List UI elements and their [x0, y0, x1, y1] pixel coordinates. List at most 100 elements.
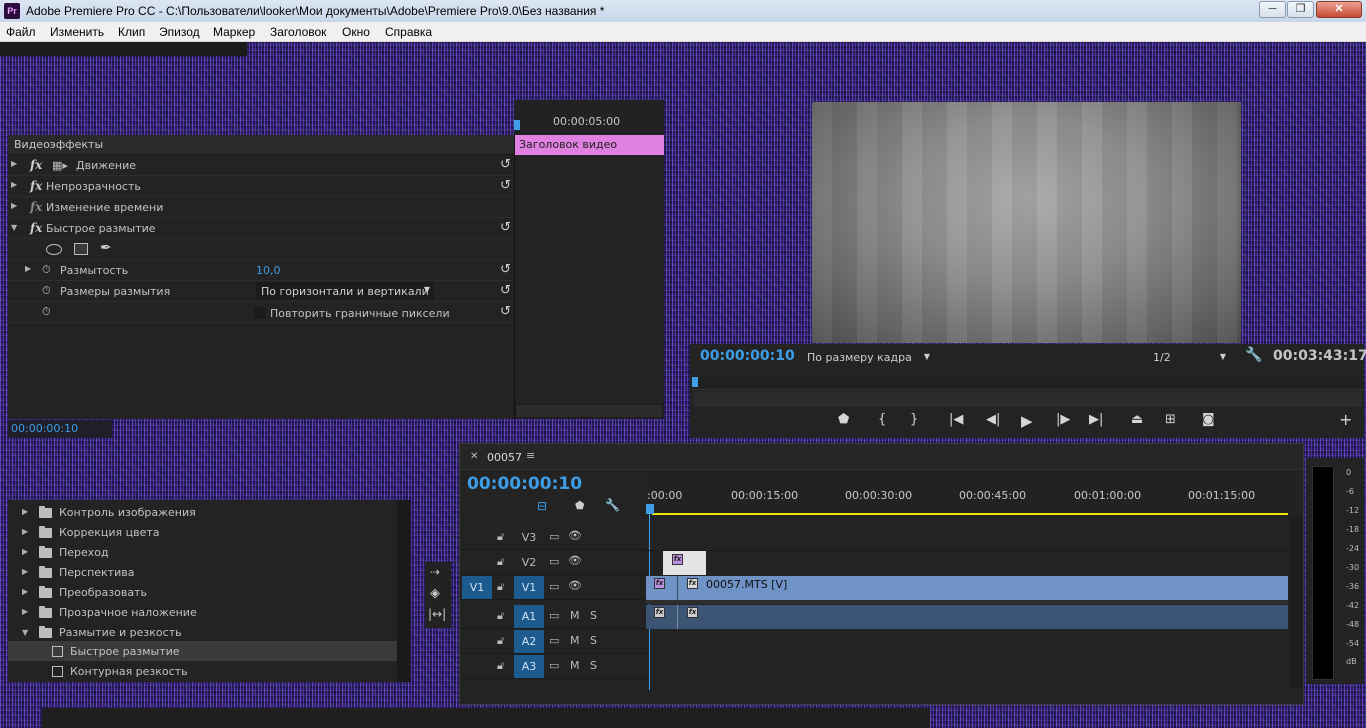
effect-controls-timecode[interactable]: 00:00:00:10: [8, 420, 112, 438]
track-name[interactable]: V3: [514, 526, 544, 549]
effect-controls-ruler[interactable]: 00:00:05:00: [514, 100, 664, 134]
effect-item[interactable]: Контурная резкость: [8, 661, 397, 681]
folder-row[interactable]: ▶ Контроль изображения: [8, 502, 397, 522]
expand-arrow-icon[interactable]: ▶: [11, 159, 17, 168]
track-name[interactable]: A3: [514, 655, 544, 678]
mute-button[interactable]: M: [570, 609, 580, 622]
wrench-icon[interactable]: 🔧: [1245, 347, 1262, 363]
mini-playhead[interactable]: [514, 120, 520, 130]
timeline-vertical-scrollbar[interactable]: [1289, 516, 1302, 688]
lock-icon[interactable]: 🔓︎: [497, 555, 504, 569]
expand-arrow-icon[interactable]: ▶: [22, 527, 28, 536]
add-marker-icon[interactable]: ⬟: [575, 499, 585, 512]
eye-icon[interactable]: 👁︎: [568, 529, 582, 542]
panel-menu-icon[interactable]: ≡: [526, 449, 535, 462]
maximize-button[interactable]: ❐: [1287, 1, 1314, 18]
mark-out-icon[interactable]: }: [910, 412, 918, 427]
menu-sequence[interactable]: Эпизод: [159, 25, 200, 39]
menu-title[interactable]: Заголовок: [270, 25, 326, 39]
effect-row-time-remap[interactable]: ▶ fx Изменение времени: [8, 197, 514, 218]
track-name[interactable]: V1: [514, 576, 544, 599]
reset-icon[interactable]: ↺: [500, 157, 511, 172]
play-icon[interactable]: ▶: [1021, 412, 1033, 430]
timeline-playhead-handle[interactable]: [646, 504, 654, 514]
effect-row-opacity[interactable]: ▶ fx Непрозрачность ↺: [8, 176, 514, 197]
track-name[interactable]: A1: [514, 605, 544, 628]
solo-button[interactable]: S: [590, 659, 597, 672]
reset-icon[interactable]: ↺: [500, 283, 511, 298]
folder-row[interactable]: ▶ Преобразовать: [8, 582, 397, 602]
expand-arrow-icon[interactable]: ▶: [11, 180, 17, 189]
pen-mask-icon[interactable]: ✒: [100, 240, 112, 256]
eye-icon[interactable]: 👁︎: [568, 579, 582, 592]
lock-icon[interactable]: 🔓︎: [497, 634, 504, 648]
program-playhead[interactable]: [692, 377, 698, 387]
expand-arrow-icon[interactable]: ▶: [22, 567, 28, 576]
mark-in-icon[interactable]: {: [878, 412, 886, 427]
program-ruler[interactable]: [692, 376, 1362, 390]
title-clip-v2[interactable]: fx: [663, 551, 706, 575]
add-button-icon[interactable]: +: [1339, 410, 1352, 429]
folder-row[interactable]: ▶ Перспектива: [8, 562, 397, 582]
sync-lock-icon[interactable]: ▭: [549, 659, 559, 672]
expand-arrow-icon[interactable]: ▶: [22, 587, 28, 596]
menu-file[interactable]: Файл: [6, 25, 36, 39]
track-name[interactable]: A2: [514, 630, 544, 653]
clip-edit-point[interactable]: [677, 576, 678, 600]
expand-arrow-icon[interactable]: ▶: [22, 607, 28, 616]
close-button[interactable]: ✕: [1316, 1, 1362, 18]
sequence-tab[interactable]: 00057: [487, 451, 522, 464]
motion-transform-icon[interactable]: ▦▸: [52, 159, 68, 172]
program-zoom-bar[interactable]: [694, 391, 1362, 407]
marker-icon[interactable]: ⬟: [838, 412, 849, 427]
video-clip-v1[interactable]: fx fx 00057.MTS [V]: [646, 576, 1288, 600]
track-select-tool-icon[interactable]: ⇢: [430, 565, 440, 579]
audio-clip-a1[interactable]: fx fx: [646, 605, 1288, 629]
blur-dimensions-dropdown[interactable]: По горизонтали и вертикали ▼: [256, 282, 434, 300]
fit-dropdown[interactable]: По размеру кадра ▼: [802, 348, 934, 366]
slip-tool-icon[interactable]: |↔|: [428, 607, 446, 621]
lock-icon[interactable]: 🔓︎: [497, 659, 504, 673]
reset-icon[interactable]: ↺: [500, 262, 511, 277]
reset-icon[interactable]: ↺: [500, 220, 511, 235]
export-frame-icon[interactable]: ◙: [1202, 412, 1215, 427]
menu-clip[interactable]: Клип: [118, 25, 145, 39]
program-timecode[interactable]: 00:00:00:10: [700, 348, 795, 364]
razor-tool-icon[interactable]: ◈: [430, 586, 440, 601]
lift-icon[interactable]: ⏏: [1131, 412, 1143, 427]
stopwatch-icon[interactable]: ⏱: [42, 284, 51, 298]
menu-marker[interactable]: Маркер: [213, 25, 255, 39]
stopwatch-icon[interactable]: ⏱: [42, 305, 51, 319]
close-tab-icon[interactable]: ✕: [470, 451, 478, 462]
expand-arrow-icon[interactable]: ▶: [25, 264, 31, 273]
effects-browser-scrollbar[interactable]: [397, 500, 411, 682]
mute-button[interactable]: M: [570, 634, 580, 647]
mini-timeline-scrollbar[interactable]: [515, 404, 663, 418]
sync-lock-icon[interactable]: ▭: [549, 555, 559, 568]
mute-button[interactable]: M: [570, 659, 580, 672]
lock-icon[interactable]: 🔓︎: [497, 530, 504, 544]
source-patch-v1[interactable]: V1: [462, 576, 492, 599]
menu-edit[interactable]: Изменить: [50, 25, 104, 39]
sync-lock-icon[interactable]: ▭: [549, 530, 559, 543]
track-name[interactable]: V2: [514, 551, 544, 574]
work-area-bar[interactable]: [652, 513, 1288, 515]
step-forward-icon[interactable]: |▶: [1056, 412, 1070, 427]
menu-help[interactable]: Справка: [385, 25, 432, 39]
step-back-icon[interactable]: ◀|: [986, 412, 1000, 427]
reset-icon[interactable]: ↺: [500, 304, 511, 319]
resolution-dropdown[interactable]: 1/2 ▼: [1148, 348, 1230, 366]
sync-lock-icon[interactable]: ▭: [549, 580, 559, 593]
sync-lock-icon[interactable]: ▭: [549, 634, 559, 647]
expand-arrow-icon[interactable]: ▶: [22, 507, 28, 516]
timeline-timecode[interactable]: 00:00:00:10: [463, 472, 631, 497]
effect-item-selected[interactable]: Быстрое размытие: [8, 641, 397, 661]
title-clip-bar[interactable]: Заголовок видео: [515, 135, 664, 155]
blurriness-value[interactable]: 10,0: [256, 264, 281, 277]
effect-row-fast-blur[interactable]: ▼ fx Быстрое размытие ↺: [8, 218, 514, 239]
menu-window[interactable]: Окно: [342, 25, 370, 39]
solo-button[interactable]: S: [590, 634, 597, 647]
folder-row[interactable]: ▶ Прозрачное наложение: [8, 602, 397, 622]
expand-arrow-icon[interactable]: ▶: [22, 547, 28, 556]
go-to-out-icon[interactable]: ▶|: [1089, 412, 1103, 427]
